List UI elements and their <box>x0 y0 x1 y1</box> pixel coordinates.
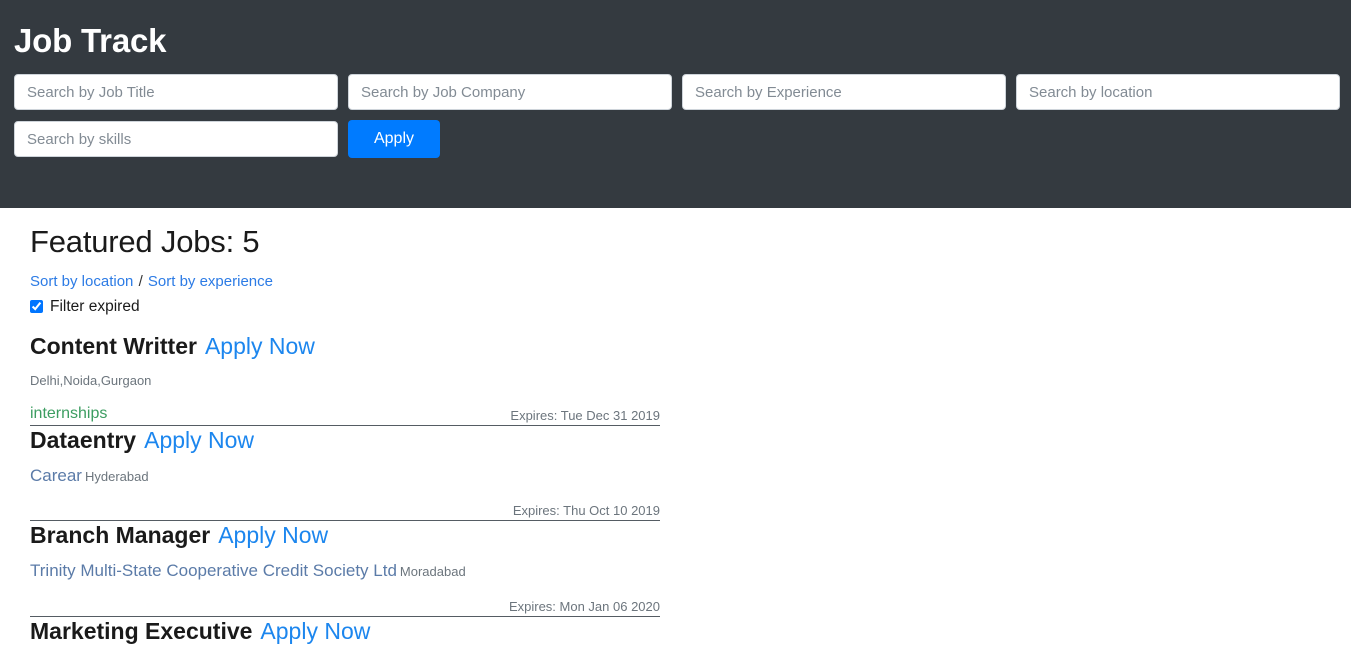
job-title-row: Dataentry Apply Now <box>30 426 660 455</box>
filter-expired-checkbox[interactable] <box>30 300 43 314</box>
job-footer: Expires: Mon Jan 06 2020 <box>30 591 660 617</box>
job-location: Moradabad <box>399 564 466 580</box>
apply-now-link[interactable]: Apply Now <box>205 332 315 361</box>
search-row-primary <box>14 74 1351 110</box>
job-card: Branch Manager Apply Now Trinity Multi-S… <box>30 521 660 617</box>
job-tag: internships <box>30 405 108 423</box>
search-input-job-title[interactable] <box>14 74 338 110</box>
apply-now-link[interactable]: Apply Now <box>218 521 328 550</box>
apply-search-button[interactable]: Apply <box>348 120 440 158</box>
job-title: Branch Manager <box>30 522 211 549</box>
job-card: Content Writter Apply Now Delhi,Noida,Gu… <box>30 332 660 427</box>
job-location: Delhi,Noida,Gurgaon <box>30 373 152 389</box>
job-company: Carear <box>30 465 82 485</box>
job-card: Dataentry Apply Now Carear Hyderabad Expi… <box>30 426 660 522</box>
search-row-secondary: Apply <box>14 120 1351 158</box>
job-meta: Trinity Multi-State Cooperative Credit S… <box>30 561 660 581</box>
search-input-location[interactable] <box>1016 74 1340 110</box>
search-form: Apply <box>0 57 1351 158</box>
sort-bar: Sort by location / Sort by experience <box>30 273 1351 291</box>
main-content: Featured Jobs: 5 Sort by location / Sort… <box>0 223 1351 659</box>
job-expires: Expires: Thu Oct 10 2019 <box>512 503 660 519</box>
job-title: Content Writter <box>30 332 197 359</box>
sort-by-experience-link[interactable]: Sort by experience <box>148 273 273 290</box>
filter-expired-row[interactable]: Filter expired <box>30 298 1351 316</box>
search-input-skills[interactable] <box>14 121 338 157</box>
top-navbar: Job Track Apply <box>0 0 1351 208</box>
job-meta: Delhi,Noida,Gurgaon <box>30 372 660 390</box>
job-expires: Expires: Tue Dec 31 2019 <box>510 407 660 423</box>
job-meta: Carear Hyderabad <box>30 465 660 486</box>
search-input-experience[interactable] <box>682 74 1006 110</box>
job-expires: Expires: Mon Jan 06 2020 <box>508 598 660 614</box>
job-title: Dataentry <box>30 427 137 454</box>
job-footer: internships Expires: Tue Dec 31 2019 <box>30 400 660 427</box>
search-input-job-company[interactable] <box>348 74 672 110</box>
page-title: Featured Jobs: 5 <box>30 224 260 259</box>
job-title-row: Content Writter Apply Now <box>30 332 660 361</box>
job-card: Marketing Executive Apply Now BlulifeShi… <box>30 617 660 659</box>
filter-expired-label: Filter expired <box>50 297 140 315</box>
apply-now-link[interactable]: Apply Now <box>144 426 254 455</box>
job-location: Hyderabad <box>84 468 149 484</box>
job-footer: Expires: Thu Oct 10 2019 <box>30 495 660 522</box>
job-list: Content Writter Apply Now Delhi,Noida,Gu… <box>30 332 1351 659</box>
sort-separator: / <box>138 273 143 291</box>
sort-by-location-link[interactable]: Sort by location <box>30 273 133 290</box>
job-title: Marketing Executive <box>30 617 253 644</box>
apply-now-link[interactable]: Apply Now <box>260 617 370 646</box>
job-company: Trinity Multi-State Cooperative Credit S… <box>30 561 397 581</box>
app-title: Job Track <box>14 22 167 59</box>
job-title-row: Branch Manager Apply Now <box>30 521 660 550</box>
job-title-row: Marketing Executive Apply Now <box>30 617 660 646</box>
